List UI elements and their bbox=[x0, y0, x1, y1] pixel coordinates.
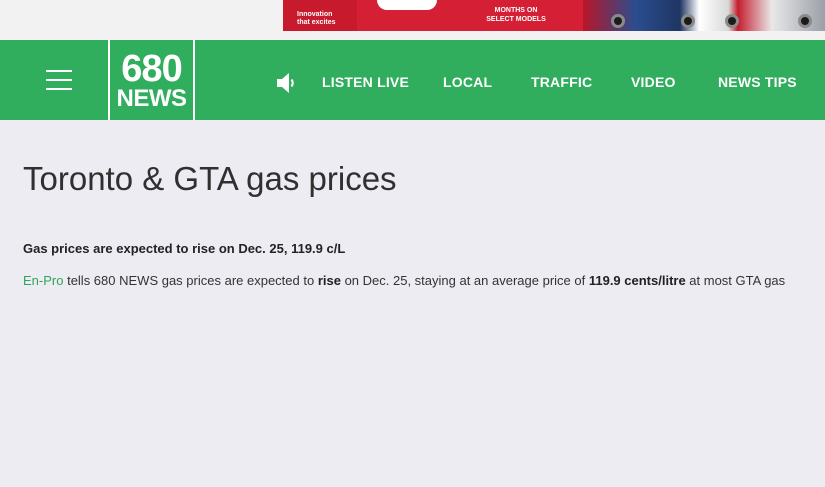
ad-strip: Innovation that excites MONTHS ON SELECT… bbox=[0, 0, 825, 40]
ad-offer: MONTHS ON SELECT MODELS bbox=[461, 6, 571, 24]
site-logo[interactable]: 680 NEWS bbox=[108, 40, 195, 120]
main-navigation: 680 NEWS LISTEN LIVE LOCAL TRAFFIC VIDEO… bbox=[0, 40, 825, 120]
ad-banner[interactable]: Innovation that excites MONTHS ON SELECT… bbox=[283, 0, 825, 31]
nav-news-tips[interactable]: NEWS TIPS bbox=[718, 74, 797, 90]
car-wheel-icon bbox=[725, 14, 739, 28]
car-wheel-icon bbox=[611, 14, 625, 28]
nav-video[interactable]: VIDEO bbox=[631, 74, 676, 90]
source-link[interactable]: En-Pro bbox=[23, 273, 63, 288]
nav-listen-live[interactable]: LISTEN LIVE bbox=[322, 74, 409, 90]
car-wheel-icon bbox=[798, 14, 812, 28]
car-wheel-icon bbox=[681, 14, 695, 28]
body-bold-price: 119.9 cents/litre bbox=[588, 273, 686, 288]
article-body: En-Pro tells 680 NEWS gas prices are exp… bbox=[23, 273, 825, 288]
hamburger-menu-icon[interactable] bbox=[46, 70, 72, 90]
ad-offer-line2: SELECT MODELS bbox=[486, 16, 546, 23]
body-text-part2: on Dec. 25, staying at an average price … bbox=[340, 273, 589, 288]
ad-brand-line1: Innovation bbox=[297, 11, 333, 18]
body-text-part3: at most GTA gas bbox=[685, 273, 786, 288]
nav-traffic[interactable]: TRAFFIC bbox=[531, 74, 592, 90]
body-bold-rise: rise bbox=[317, 273, 341, 288]
speaker-icon[interactable] bbox=[276, 72, 298, 94]
ad-cars-image bbox=[583, 0, 825, 31]
ad-headline-graphic bbox=[377, 0, 437, 10]
body-text-part1: tells 680 NEWS gas prices are expected t… bbox=[63, 273, 318, 288]
ad-offer-line1: MONTHS ON bbox=[494, 7, 538, 14]
nav-local[interactable]: LOCAL bbox=[443, 74, 492, 90]
article-headline: Gas prices are expected to rise on Dec. … bbox=[23, 241, 346, 256]
ad-brand-line2: that excites bbox=[297, 19, 336, 26]
logo-number: 680 bbox=[121, 48, 182, 90]
page-title: Toronto & GTA gas prices bbox=[23, 160, 397, 197]
ad-brand: Innovation that excites bbox=[283, 0, 357, 31]
logo-word: NEWS bbox=[116, 85, 188, 112]
